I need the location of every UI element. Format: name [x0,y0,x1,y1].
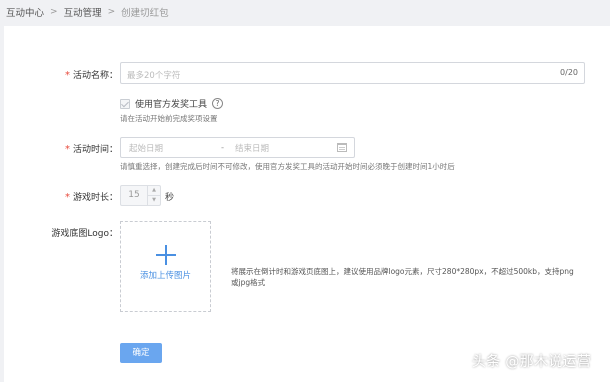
official-tool-checkbox[interactable] [120,98,130,109]
game-duration-label-text: 游戏时长： [72,193,118,203]
activity-time-hint: 请慎重选择，创建完成后时间不可修改，使用官方发奖工具的活动开始时间必须晚于创建时… [120,162,455,171]
duration-unit: 秒 [165,193,175,203]
decrement-arrow-icon[interactable]: ▼ [148,196,160,205]
watermark: 头条 @那木说运营 [472,354,592,370]
plus-icon [156,245,176,265]
breadcrumb-item-interaction-center[interactable]: 互动中心 [6,5,44,19]
start-date-input[interactable]: 起始日期 [121,142,221,154]
activity-name-label-text: 活动名称： [72,71,118,81]
logo-upload-box[interactable]: 添加上传图片 [120,221,211,312]
activity-name-input[interactable] [121,66,584,86]
upload-label: 添加上传图片 [139,271,191,281]
official-tool-hint: 请在活动开始前完成奖项设置 [120,114,218,123]
breadcrumb-item-interaction-management[interactable]: 互动管理 [64,5,102,19]
end-date-input[interactable]: 结束日期 [231,142,337,154]
breadcrumb: 互动中心 > 互动管理 > 创建切红包 [6,3,169,21]
duration-stepper[interactable]: 15 ▲ ▼ [120,185,161,206]
calendar-icon[interactable] [337,143,347,152]
breadcrumb-separator: > [107,7,116,17]
duration-value[interactable]: 15 [121,186,148,205]
breadcrumb-current: 创建切红包 [121,8,169,19]
logo-label: 游戏底图Logo： [51,229,118,239]
official-tool-label[interactable]: 使用官方发奖工具 [135,97,207,110]
activity-time-label-text: 活动时间： [72,145,118,155]
logo-note: 将展示在倒计时和游戏页底图上，建议使用品牌logo元素，尺寸280*280px，… [231,267,574,287]
increment-arrow-icon[interactable]: ▲ [148,186,160,196]
required-mark: * [64,192,70,203]
char-counter: 0/20 [560,68,578,77]
breadcrumb-separator: > [50,7,58,17]
confirm-button[interactable]: 确定 [120,343,162,363]
activity-name-label: * 活动名称： [54,68,118,81]
form-panel: *活动名称： 0/20 使用官方发奖工具 ? 请在活动开始前完成奖项设置 *活动… [4,26,610,382]
activity-name-field[interactable]: 0/20 [120,62,585,86]
game-duration-label: * 游戏时长： [54,190,118,203]
stepper-arrows: ▲ ▼ [148,186,160,205]
date-range-picker[interactable]: 起始日期 - 结束日期 [120,137,355,158]
required-mark: * [64,70,70,81]
activity-time-label: * 活动时间： [54,142,118,155]
help-icon[interactable]: ? [212,98,224,109]
official-tool-row: 使用官方发奖工具 ? [120,97,224,110]
required-mark: * [64,144,70,155]
date-separator: - [221,142,225,153]
